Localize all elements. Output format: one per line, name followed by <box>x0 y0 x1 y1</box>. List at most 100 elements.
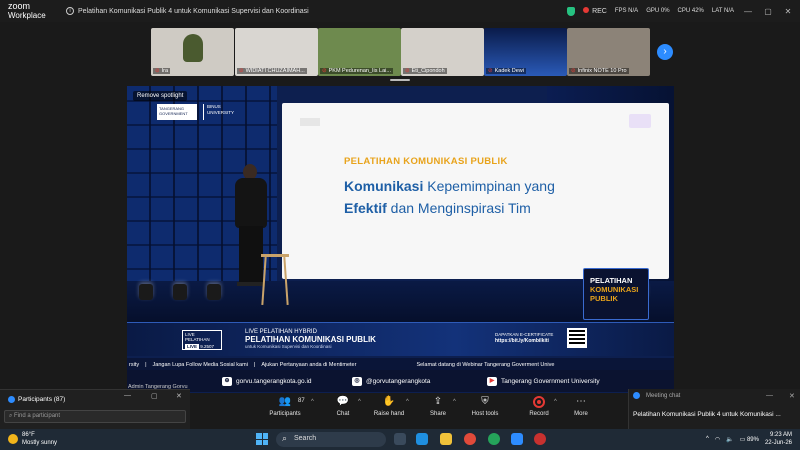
minimize-icon[interactable]: — <box>742 7 754 16</box>
mic-muted-icon: ⊘ <box>488 68 493 74</box>
website-link: ⊕ gorvu.tangerangkota.go.id <box>222 376 312 386</box>
slide-title-line-2: Efektif dan Menginspirasi Tim <box>344 200 531 216</box>
close-chat-icon[interactable]: ✕ <box>789 392 795 400</box>
host-tools-label: Host tools <box>471 411 499 417</box>
video-thumbnail-strip: ⊘ Ira ⊘ WIDIATI CHUZAIMAH... ⊘ PKM Pedurena… <box>0 22 800 82</box>
lat-stat: LAT N/A <box>711 8 734 14</box>
host-tools-button[interactable]: ⛨ Host tools <box>460 396 510 417</box>
participant-avatar <box>183 34 203 62</box>
slide-title-bold-2: Efektif <box>344 200 387 216</box>
instagram-link: ◎ @gorvutangerangkota <box>352 376 430 386</box>
video-thumbnail[interactable]: ⊘ Eti_Cipondoh <box>401 28 484 76</box>
close-panel-icon[interactable]: ✕ <box>176 392 182 400</box>
live-label: LIVE PELATIHAN <box>185 332 210 342</box>
website-text: gorvu.tangerangkota.go.id <box>236 377 312 385</box>
chat-caret-icon[interactable]: ^ <box>358 399 361 405</box>
whatsapp-icon[interactable] <box>488 433 500 445</box>
zoom-app-icon[interactable] <box>511 433 523 445</box>
participants-icon: 👥 <box>278 396 292 407</box>
chevron-up-icon[interactable]: ^ <box>706 436 709 442</box>
raise-hand-label: Raise hand <box>373 411 405 417</box>
mic-muted-icon: ⊘ <box>405 68 410 74</box>
maximize-icon[interactable]: ▢ <box>762 7 774 16</box>
remove-spotlight-button[interactable]: Remove spotlight <box>133 91 188 101</box>
participant-name: ⊘ Ira <box>153 68 171 74</box>
panel-line-3: PUBLIK <box>590 294 618 303</box>
meeting-chat-title: Pelatihan Komunikasi Publik 4 untuk Komu… <box>633 411 781 418</box>
meeting-chat-panel: Meeting chat — ✕ Pelatihan Komunikasi Pu… <box>628 389 800 429</box>
presentation-slide: PELATIHAN KOMUNIKASI PUBLIK Komunikasi K… <box>282 103 669 279</box>
partner-logos: TANGERANG GOVERNMENT BINUS UNIVERSITY <box>157 104 237 120</box>
video-thumbnail[interactable]: ⊘ Kadek Dewi <box>484 28 567 76</box>
battery-icon[interactable]: ▭ 89% <box>740 436 759 443</box>
recording-indicator[interactable]: REC <box>583 7 607 15</box>
ticker-item: Jangan Lupa Follow Media Sosial kami <box>152 361 248 368</box>
video-thumbnail[interactable]: ⊘ Ira <box>151 28 234 76</box>
video-thumbnail[interactable]: ⊘ WIDIATI CHUZAIMAH... <box>235 28 318 76</box>
thumbnail-name: Eti_Cipondoh <box>411 68 445 74</box>
strip-resize-handle[interactable] <box>390 79 410 81</box>
more-label: More <box>574 411 588 417</box>
meeting-title-area: i Pelatihan Komunikasi Publik 4 untuk Ko… <box>60 7 567 15</box>
info-icon[interactable]: i <box>66 7 74 15</box>
windows-start-icon[interactable] <box>256 433 268 445</box>
next-page-button[interactable]: › <box>657 44 673 60</box>
tangerang-logo: TANGERANG GOVERNMENT <box>157 104 197 120</box>
ticker-separator: | <box>253 361 256 368</box>
file-explorer-icon[interactable] <box>440 433 452 445</box>
weather-text: Mostly sunny <box>22 440 58 446</box>
more-icon: ⋯ <box>576 396 586 407</box>
minimize-chat-icon[interactable]: — <box>766 392 773 399</box>
video-thumbnail[interactable]: ⊘ Infinix NOTE 10 Pro <box>567 28 650 76</box>
edge-icon[interactable] <box>416 433 428 445</box>
participants-header: Participants (87) <box>0 392 190 406</box>
chrome-icon[interactable] <box>464 433 476 445</box>
hand-icon: ✋ <box>382 396 396 407</box>
zoom-icon <box>633 392 640 399</box>
stool <box>261 254 289 304</box>
app-icon[interactable] <box>534 433 546 445</box>
participants-count: 87 <box>298 398 305 404</box>
weather-widget[interactable]: 86°F Mostly sunny <box>8 431 57 447</box>
wifi-icon[interactable]: ◠ <box>715 436 720 443</box>
certificate-url: https://bit.ly/Kombilkiti <box>495 338 549 344</box>
mic-muted-icon: ⊘ <box>571 68 576 74</box>
youtube-link: ▶ Tangerang Government University <box>487 376 600 386</box>
slide-logo-left <box>300 118 320 126</box>
meeting-toolbar: 👥 87 Participants ^ 💬 Chat ^ ✋ Raise han… <box>190 393 610 426</box>
share-icon: ⇪ <box>433 396 443 407</box>
close-icon[interactable]: ✕ <box>782 7 794 16</box>
taskbar-search-label: Search <box>294 435 317 442</box>
slide-title-rest-2: dan Menginspirasi Tim <box>386 200 531 216</box>
slide-title-rest-1: Kepemimpinan yang <box>423 178 555 194</box>
more-button[interactable]: ⋯ More <box>556 396 606 417</box>
record-icon <box>533 396 545 408</box>
participant-name: ⊘ Infinix NOTE 10 Pro <box>569 68 629 74</box>
popout-panel-icon[interactable]: ▢ <box>151 392 158 400</box>
brand-bottom: Workplace <box>8 10 46 20</box>
fps-stat: FPS N/A <box>614 8 639 14</box>
share-label: Share <box>429 411 446 417</box>
volume-icon[interactable]: 🔈 <box>726 436 733 443</box>
taskbar-search-input[interactable]: Search <box>276 432 386 447</box>
thumbnail-name: Kadek Dewi <box>494 68 524 74</box>
ticker-separator: | <box>145 361 147 368</box>
participant-search-input[interactable]: ⌕ Find a participant <box>4 410 186 423</box>
lower-third-text: LIVE PELATIHAN HYBRID PELATIHAN KOMUNIKA… <box>245 329 376 350</box>
mic-muted-icon: ⊘ <box>322 68 327 74</box>
participants-title: Participants (87) <box>18 395 66 403</box>
participants-caret-icon[interactable]: ^ <box>311 399 314 405</box>
raise-hand-caret-icon[interactable]: ^ <box>406 399 409 405</box>
youtube-icon: ▶ <box>487 376 497 386</box>
task-view-icon[interactable] <box>394 433 406 445</box>
video-thumbnail[interactable]: ⊘ PKM Pedurenan_Iis Lai... <box>318 28 401 76</box>
instagram-icon: ◎ <box>352 376 362 386</box>
clock[interactable]: 9:23 AM 22-Jun-26 <box>765 431 792 447</box>
participants-button[interactable]: 👥 87 Participants <box>260 396 310 417</box>
share-caret-icon[interactable]: ^ <box>453 399 456 405</box>
security-shield-icon[interactable] <box>567 6 576 16</box>
mic-muted-icon: ⊘ <box>239 68 244 74</box>
zoom-logo: zoom Workplace <box>0 1 60 21</box>
minimize-panel-icon[interactable]: — <box>124 392 131 399</box>
record-label: Record <box>529 411 549 417</box>
